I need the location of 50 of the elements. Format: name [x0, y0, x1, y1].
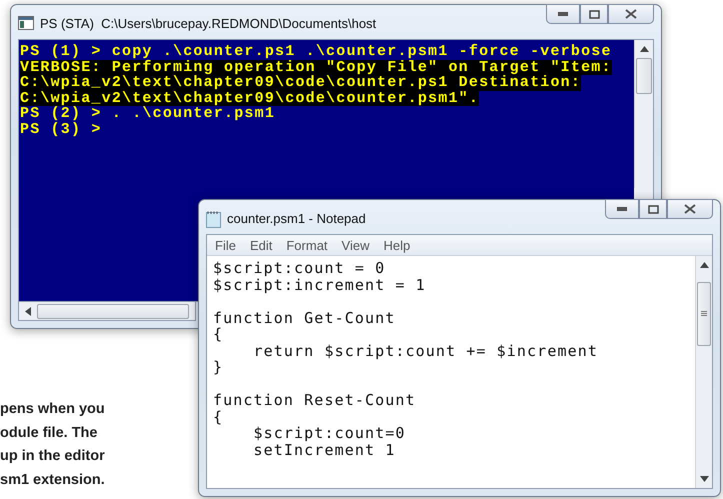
menu-item[interactable]: Help [383, 238, 410, 252]
minimize-icon [558, 12, 568, 16]
menu-item[interactable]: File [215, 238, 236, 252]
maximize-icon [588, 10, 600, 18]
caption-line: pens when you [0, 400, 105, 419]
code-line: setIncrement 1 [252, 442, 396, 458]
scroll-down-icon[interactable] [700, 476, 708, 482]
maximize-button[interactable] [580, 4, 608, 24]
code-line: { [213, 408, 224, 425]
maximize-button[interactable] [639, 199, 667, 219]
menu-item[interactable]: Edit [250, 238, 272, 252]
console-icon [18, 16, 34, 30]
code-line: function Reset-Count [213, 392, 416, 408]
caption-line: up in the editor [0, 447, 105, 466]
maximize-icon [648, 204, 658, 214]
minimize-button[interactable] [546, 4, 580, 24]
code-line: function Get-Count [213, 310, 396, 326]
console-line: PS (1) > copy .\counter.ps1 .\counter.psm1 -force -verbose [20, 44, 612, 60]
scroll-thumb[interactable] [37, 304, 189, 318]
vertical-scrollbar[interactable] [634, 40, 653, 188]
close-button[interactable] [608, 4, 654, 24]
minimize-button[interactable] [605, 199, 639, 219]
caption-line: sm1 extension. [0, 470, 105, 490]
scroll-up-icon[interactable] [700, 262, 708, 268]
window-title: counter.psm1 - Notepad [227, 211, 367, 226]
console-line: PS (3) > [20, 122, 102, 137]
console-line: PS (2) > . .\counter.psm1 [20, 106, 276, 122]
close-icon [684, 204, 696, 214]
code-line: $script:count=0 [252, 425, 406, 442]
scroll-thumb[interactable] [697, 282, 711, 346]
code-line: $script:increment = 1 [213, 276, 426, 293]
text-editor[interactable]: $script:count = 0 $script:increment = 1 function Get-Count { return $script:count += $increment } function Reset-Count { $script:count=0 setIncrement 1 [207, 256, 695, 488]
code-line: { [213, 326, 224, 342]
code-line: } [213, 359, 224, 376]
window-title: PS (STA) C:\Users\brucepay.REDMOND\Documents\host [40, 16, 378, 31]
minimize-icon [617, 207, 627, 211]
scroll-left-icon[interactable] [25, 306, 31, 316]
menu-item[interactable]: View [342, 238, 370, 252]
scroll-thumb[interactable] [636, 58, 652, 94]
caption-line: odule file. The [0, 424, 98, 442]
scroll-up-icon[interactable] [640, 46, 648, 52]
close-button[interactable] [667, 199, 713, 219]
notepad-icon [206, 211, 221, 228]
code-line: return $script:count += $increment [252, 342, 598, 359]
vertical-scrollbar[interactable] [695, 256, 712, 488]
grip-icon [701, 311, 707, 317]
horizontal-scrollbar[interactable] [18, 302, 196, 321]
close-icon [625, 9, 637, 19]
code-line: $script:count = 0 [213, 260, 386, 276]
menu-item[interactable]: Format [286, 238, 328, 252]
